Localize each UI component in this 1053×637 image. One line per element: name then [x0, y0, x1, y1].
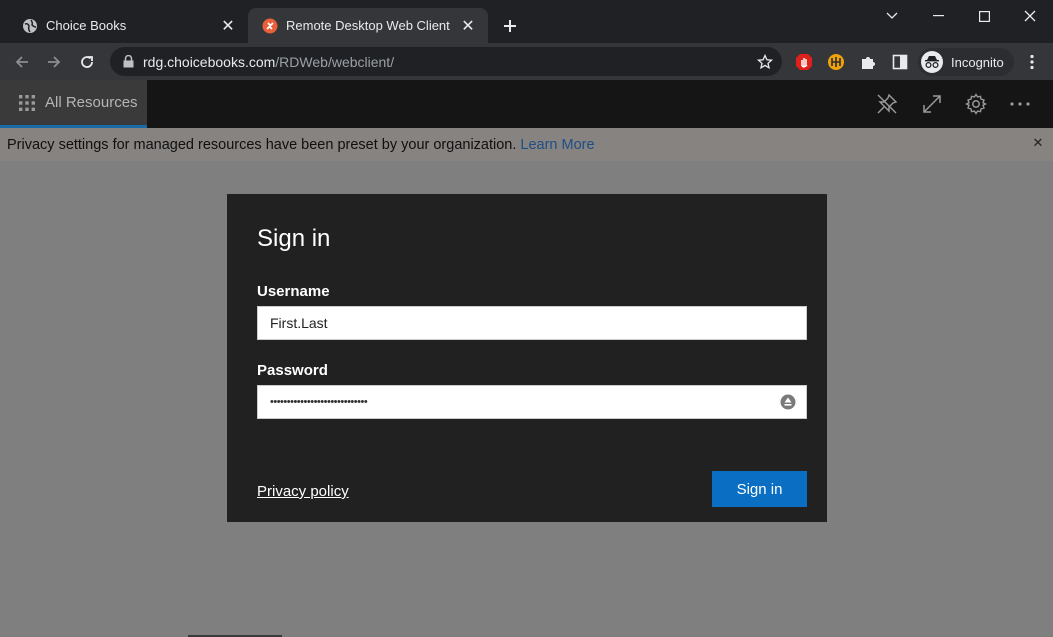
- incognito-label: Incognito: [951, 54, 1004, 70]
- more-options-icon[interactable]: [1008, 92, 1032, 116]
- apps-grid-icon: [19, 94, 35, 111]
- tab-title: Choice Books: [46, 18, 127, 33]
- url-text: rdg.choicebooks.com/RDWeb/webclient/: [143, 54, 394, 70]
- unpin-icon[interactable]: [875, 92, 899, 116]
- username-field[interactable]: First.Last: [257, 306, 807, 340]
- globe-icon: [22, 18, 38, 34]
- all-resources-tab[interactable]: All Resources: [0, 80, 147, 128]
- banner-close-icon[interactable]: ✕: [1031, 135, 1045, 150]
- browser-menu-icon[interactable]: [1022, 52, 1042, 72]
- close-tab-icon[interactable]: ✕: [458, 16, 478, 36]
- learn-more-link[interactable]: Learn More: [520, 137, 594, 153]
- browser-toolbar: rdg.choicebooks.com/RDWeb/webclient/ Inc…: [0, 43, 1053, 80]
- sign-in-dialog: Sign in Username First.Last Password •••…: [227, 194, 827, 522]
- tab-remote-desktop[interactable]: Remote Desktop Web Client ✕: [248, 8, 488, 43]
- tab-choice-books[interactable]: Choice Books ✕: [8, 8, 248, 43]
- username-label: Username: [257, 283, 330, 300]
- window-controls: [869, 0, 1053, 32]
- new-tab-icon[interactable]: [498, 14, 522, 38]
- side-panel-icon[interactable]: [890, 52, 910, 72]
- close-tab-icon[interactable]: ✕: [218, 16, 238, 36]
- bookmark-star-icon[interactable]: [756, 53, 774, 71]
- close-window-icon[interactable]: [1007, 0, 1053, 32]
- lock-icon[interactable]: [121, 55, 135, 69]
- maximize-icon[interactable]: [961, 0, 1007, 32]
- address-bar[interactable]: rdg.choicebooks.com/RDWeb/webclient/: [110, 47, 782, 76]
- url-host: rdg.choicebooks.com: [143, 53, 276, 70]
- sign-in-button[interactable]: Sign in: [712, 471, 807, 507]
- password-mask: •••••••••••••••••••••••••••••: [270, 396, 368, 408]
- tab-search-icon[interactable]: [869, 0, 915, 32]
- browser-tab-strip: Choice Books ✕ Remote Desktop Web Client…: [0, 0, 1053, 43]
- url-path: /RDWeb/webclient/: [275, 53, 395, 70]
- password-field[interactable]: •••••••••••••••••••••••••••••: [257, 385, 807, 419]
- reveal-password-icon[interactable]: [780, 394, 796, 410]
- banner-message: Privacy settings for managed resources h…: [7, 136, 517, 153]
- privacy-policy-link[interactable]: Privacy policy: [257, 483, 349, 500]
- remote-desktop-icon: [262, 18, 278, 34]
- password-label: Password: [257, 362, 328, 379]
- rd-client-header: All Resources: [0, 80, 1053, 128]
- privacy-banner: Privacy settings for managed resources h…: [0, 128, 1053, 161]
- incognito-icon: [921, 51, 943, 73]
- settings-gear-icon[interactable]: [964, 92, 988, 116]
- fullscreen-icon[interactable]: [920, 92, 944, 116]
- incognito-profile-button[interactable]: Incognito: [918, 48, 1014, 76]
- forward-arrow-icon[interactable]: [41, 49, 67, 75]
- tab-title: Remote Desktop Web Client: [286, 18, 450, 33]
- reload-icon[interactable]: [74, 49, 100, 75]
- username-value: First.Last: [270, 315, 328, 331]
- extensions-puzzle-icon[interactable]: [858, 52, 878, 72]
- all-resources-label: All Resources: [45, 94, 138, 111]
- back-arrow-icon[interactable]: [9, 49, 35, 75]
- honey-extension-icon[interactable]: [826, 52, 846, 72]
- dialog-title: Sign in: [257, 225, 331, 252]
- ad-block-extension-icon[interactable]: [794, 52, 814, 72]
- minimize-icon[interactable]: [915, 0, 961, 32]
